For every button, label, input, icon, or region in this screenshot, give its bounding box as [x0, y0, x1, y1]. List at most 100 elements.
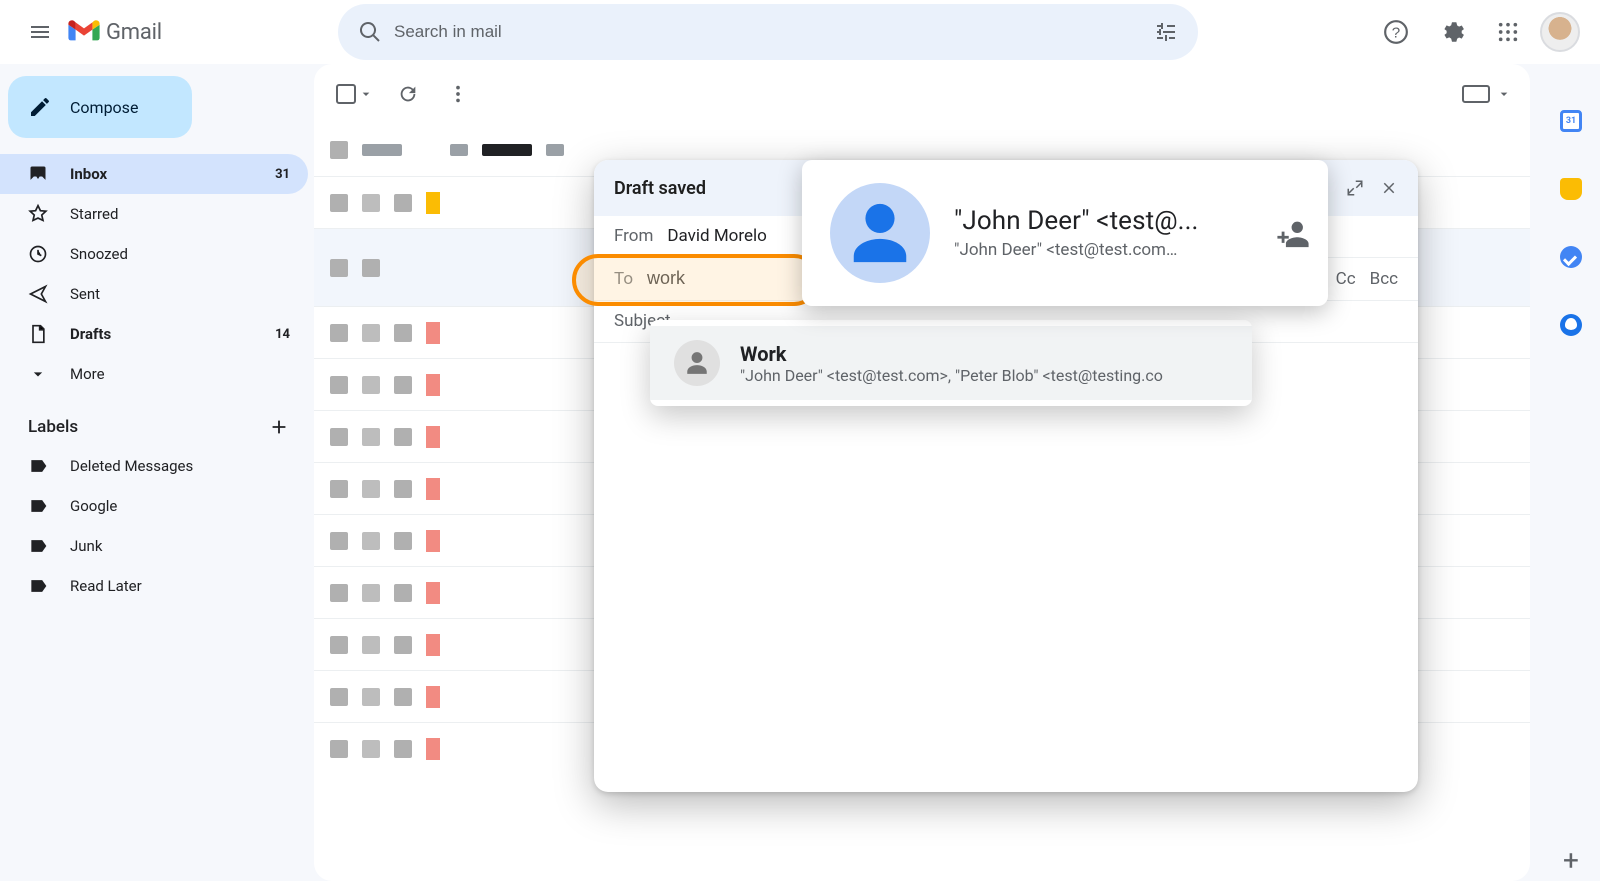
- suggestion-subtitle: "John Deer" <test@test.com>, "Peter Blob…: [740, 366, 1220, 385]
- main-menu-button[interactable]: [16, 8, 64, 56]
- row-placeholder: [394, 532, 412, 550]
- google-apps-button[interactable]: [1484, 8, 1532, 56]
- refresh-icon: [397, 83, 419, 105]
- search-options-button[interactable]: [1142, 8, 1190, 56]
- label-item[interactable]: Deleted Messages: [0, 446, 308, 486]
- toolbar-right: [1462, 85, 1512, 103]
- cc-button[interactable]: Cc: [1336, 269, 1356, 289]
- row-checkbox[interactable]: [330, 532, 348, 550]
- compose-title: Draft saved: [614, 178, 706, 199]
- star-toggle[interactable]: [362, 324, 380, 342]
- nav-label: Drafts: [70, 325, 111, 343]
- nav-item-snoozed[interactable]: Snoozed: [0, 234, 308, 274]
- contact-card-text: "John Deer" <test@... "John Deer" <test@…: [954, 206, 1214, 260]
- add-to-contacts-button[interactable]: [1276, 216, 1310, 250]
- support-button[interactable]: ?: [1372, 8, 1420, 56]
- nav-item-starred[interactable]: Starred: [0, 194, 308, 234]
- calendar-app[interactable]: [1550, 100, 1592, 142]
- contacts-app[interactable]: [1550, 304, 1592, 346]
- account-avatar[interactable]: [1540, 12, 1580, 52]
- nav-list: Inbox31Starred Snoozed SentDrafts14 More: [0, 154, 308, 394]
- select-all-checkbox[interactable]: [336, 84, 356, 104]
- importance-marker[interactable]: [426, 322, 440, 344]
- row-checkbox[interactable]: [330, 688, 348, 706]
- star-toggle[interactable]: [362, 584, 380, 602]
- contact-avatar: [830, 183, 930, 283]
- importance-marker[interactable]: [426, 686, 440, 708]
- keep-app[interactable]: [1550, 168, 1592, 210]
- importance-marker[interactable]: [426, 582, 440, 604]
- label-text: Read Later: [70, 577, 142, 595]
- sidebar: Compose Inbox31Starred Snoozed SentDrafts1…: [0, 64, 308, 881]
- censored: [362, 144, 402, 156]
- bcc-button[interactable]: Bcc: [1370, 269, 1398, 289]
- add-label-button[interactable]: [268, 416, 290, 438]
- gmail-logo[interactable]: Gmail: [68, 20, 162, 45]
- star-toggle[interactable]: [362, 194, 380, 212]
- search-button[interactable]: [346, 8, 394, 56]
- nav-item-drafts[interactable]: Drafts14: [0, 314, 308, 354]
- row-checkbox[interactable]: [330, 636, 348, 654]
- star-toggle[interactable]: [362, 480, 380, 498]
- row-placeholder: [330, 141, 348, 159]
- star-toggle[interactable]: [362, 428, 380, 446]
- search-bar[interactable]: [338, 4, 1198, 60]
- star-toggle[interactable]: [362, 532, 380, 550]
- input-tools-button[interactable]: [1462, 85, 1490, 103]
- importance-marker[interactable]: [426, 634, 440, 656]
- drafts-icon: [28, 324, 48, 344]
- product-name: Gmail: [106, 20, 162, 45]
- censored: [546, 144, 564, 156]
- row-checkbox[interactable]: [330, 376, 348, 394]
- nav-label: Inbox: [70, 165, 107, 183]
- row-placeholder: [394, 480, 412, 498]
- to-input[interactable]: [647, 268, 787, 289]
- row-checkbox[interactable]: [330, 428, 348, 446]
- row-checkbox[interactable]: [330, 740, 348, 758]
- importance-marker[interactable]: [426, 192, 440, 214]
- importance-marker[interactable]: [426, 426, 440, 448]
- more-vert-icon: [447, 83, 469, 105]
- pencil-icon: [28, 95, 52, 119]
- nav-label: More: [70, 365, 105, 383]
- row-checkbox[interactable]: [330, 259, 348, 277]
- nav-label: Snoozed: [70, 245, 128, 263]
- contact-suggestion-item[interactable]: Work "John Deer" <test@test.com>, "Peter…: [650, 326, 1252, 400]
- nav-item-inbox[interactable]: Inbox31: [0, 154, 308, 194]
- row-placeholder: [394, 584, 412, 602]
- contact-preview-card: "John Deer" <test@... "John Deer" <test@…: [802, 160, 1328, 306]
- compose-button[interactable]: Compose: [8, 76, 192, 138]
- refresh-button[interactable]: [388, 74, 428, 114]
- star-toggle[interactable]: [362, 740, 380, 758]
- fullscreen-button[interactable]: [1346, 179, 1364, 197]
- search-input[interactable]: [394, 22, 1142, 42]
- importance-marker[interactable]: [426, 530, 440, 552]
- more-actions-button[interactable]: [438, 74, 478, 114]
- row-checkbox[interactable]: [330, 324, 348, 342]
- close-compose-button[interactable]: [1380, 179, 1398, 197]
- plus-icon: +: [1563, 844, 1579, 877]
- label-item[interactable]: Junk: [0, 526, 308, 566]
- app-header: Gmail ?: [0, 0, 1600, 64]
- tasks-app[interactable]: [1550, 236, 1592, 278]
- star-toggle[interactable]: [362, 688, 380, 706]
- settings-button[interactable]: [1428, 8, 1476, 56]
- star-toggle[interactable]: [362, 636, 380, 654]
- importance-marker[interactable]: [426, 478, 440, 500]
- row-placeholder: [394, 194, 412, 212]
- star-toggle[interactable]: [362, 376, 380, 394]
- importance-marker[interactable]: [426, 374, 440, 396]
- importance-marker[interactable]: [426, 738, 440, 760]
- nav-item-sent[interactable]: Sent: [0, 274, 308, 314]
- censored: [482, 144, 532, 156]
- close-icon: [1380, 179, 1398, 197]
- label-item[interactable]: Read Later: [0, 566, 308, 606]
- nav-item-more[interactable]: More: [0, 354, 308, 394]
- row-checkbox[interactable]: [330, 584, 348, 602]
- get-addons-button[interactable]: +: [1550, 839, 1592, 881]
- row-checkbox[interactable]: [330, 480, 348, 498]
- row-checkbox[interactable]: [330, 194, 348, 212]
- select-all[interactable]: [332, 78, 378, 110]
- label-item[interactable]: Google: [0, 486, 308, 526]
- compose-label: Compose: [70, 98, 138, 117]
